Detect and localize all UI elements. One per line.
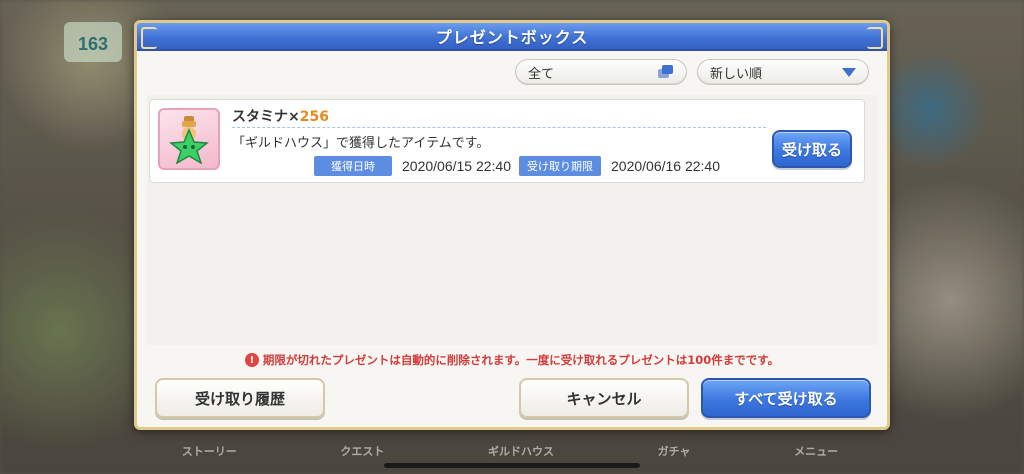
stamina-potion-icon [158,108,220,170]
cancel-button[interactable]: キャンセル [519,378,689,418]
dialog-title: プレゼントボックス [435,28,589,47]
acquired-label: 獲得日時 [314,156,392,176]
sort-dropdown[interactable]: 新しい順 [697,59,869,85]
receive-all-button[interactable]: すべて受け取る [701,378,871,418]
present-list[interactable]: スタミナ×256 「ギルドハウス」で獲得したアイテムです。 獲得日時 2020/… [147,95,877,345]
filter-dropdown[interactable]: 全て [515,59,687,85]
tab-gacha: ガチャ [657,445,691,458]
divider [232,127,766,128]
item-multiplier: × [288,109,300,125]
tab-quest: クエスト [340,445,385,458]
sort-label: 新しい順 [710,66,763,82]
filter-label: 全て [528,66,555,82]
expiry-value: 2020/06/16 22:40 [611,158,720,174]
present-item: スタミナ×256 「ギルドハウス」で獲得したアイテムです。 獲得日時 2020/… [149,99,865,183]
copy-icon [658,65,674,79]
date-row: 獲得日時 2020/06/15 22:40 受け取り期限 2020/06/16 … [314,156,728,176]
history-button[interactable]: 受け取り履歴 [155,378,325,418]
item-name-text: スタミナ [232,109,288,125]
tab-guild-house: ギルドハウス [488,445,555,458]
bottom-tab-bar: ストーリー クエスト ギルドハウス ガチャ メニュー [130,436,890,466]
expiry-label: 受け取り期限 [519,156,601,176]
home-indicator [384,463,640,468]
filter-row: 全て 新しい順 [515,59,869,85]
receive-button[interactable]: 受け取る [772,130,852,168]
acquired-value: 2020/06/15 22:40 [402,158,511,174]
stamina-counter: 163 [64,22,122,62]
notice-text: 期限が切れたプレゼントは自動的に削除されます。一度に受け取れるプレゼントは100… [262,353,780,367]
warning-icon: ! [244,353,259,367]
dialog-title-bar: プレゼントボックス [137,23,887,51]
notice: ! 期限が切れたプレゼントは自動的に削除されます。一度に受け取れるプレゼントは1… [137,352,887,368]
item-quantity: 256 [299,109,329,125]
present-box-dialog: プレゼントボックス 全て 新しい順 スタミナ×256 「ギルドハウス」で獲得した… [134,20,890,430]
item-description: 「ギルドハウス」で獲得したアイテムです。 [232,136,490,151]
tab-menu: メニュー [794,445,839,458]
triangle-down-icon [842,67,856,77]
tab-story: ストーリー [181,445,237,458]
item-name: スタミナ×256 [232,106,329,126]
